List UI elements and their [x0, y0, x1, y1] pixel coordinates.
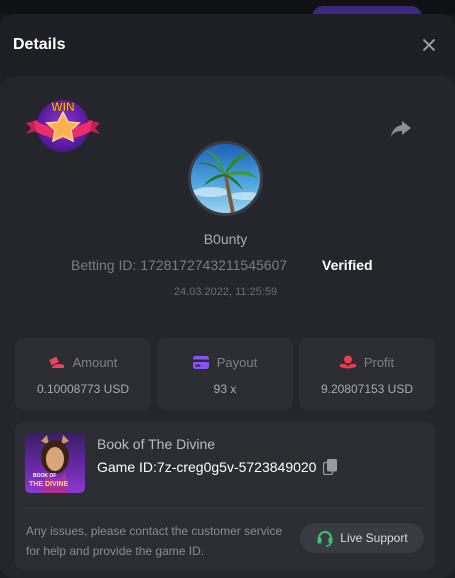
game-id: Game ID:7z-creg0g5v-5723849020 — [97, 459, 317, 475]
stat-profit: Profit 9.20807153 USD — [299, 338, 435, 410]
payout-icon — [192, 355, 209, 369]
stat-payout: Payout 93 x — [157, 338, 293, 410]
game-card: BOOK OF THE DIVINE Book of The Divine Ga… — [15, 422, 435, 570]
bet-timestamp: 24.03.2022, 11:25:59 — [173, 286, 278, 298]
modal-title: Details — [13, 36, 66, 53]
verified-badge: Verified — [322, 257, 373, 273]
headset-icon — [317, 531, 333, 547]
copy-icon[interactable] — [323, 459, 338, 475]
live-support-button[interactable]: Live Support — [300, 523, 424, 553]
amount-icon — [48, 356, 64, 368]
live-support-label: Live Support — [340, 531, 408, 545]
stats-row: Amount 0.10008773 USD Payout 93 x Profit… — [15, 338, 435, 410]
profit-icon — [339, 355, 356, 369]
profit-value: 9.20807153 USD — [320, 382, 414, 396]
win-badge-icon: WIN — [24, 96, 102, 156]
game-name[interactable]: Book of The Divine — [97, 436, 215, 452]
payout-label: Payout — [216, 354, 258, 370]
support-message: Any issues, please contact the customer … — [26, 524, 283, 558]
avatar — [188, 141, 263, 216]
svg-text:THE DIVINE: THE DIVINE — [29, 481, 69, 488]
amount-label: Amount — [72, 354, 118, 370]
details-content: WIN B0unty Betting ID: 17281727432115456… — [0, 76, 455, 578]
svg-text:BOOK OF: BOOK OF — [33, 473, 56, 479]
stat-amount: Amount 0.10008773 USD — [15, 338, 151, 410]
betting-id: Betting ID: 1728172743211545607 — [71, 257, 288, 273]
share-icon[interactable] — [390, 119, 412, 139]
game-thumbnail[interactable]: BOOK OF THE DIVINE — [25, 433, 85, 493]
username: B0unty — [203, 231, 248, 247]
game-id-row: Game ID:7z-creg0g5v-5723849020 — [97, 459, 338, 475]
amount-value: 0.10008773 USD — [36, 382, 130, 396]
modal-header: Details — [0, 14, 455, 76]
divider — [25, 508, 425, 509]
payout-value: 93 x — [213, 382, 237, 396]
svg-text:WIN: WIN — [51, 100, 74, 114]
profit-label: Profit — [363, 354, 395, 370]
details-modal: Details WIN B0unty Betting ID: 172817274… — [0, 14, 455, 578]
close-icon[interactable] — [421, 37, 437, 53]
